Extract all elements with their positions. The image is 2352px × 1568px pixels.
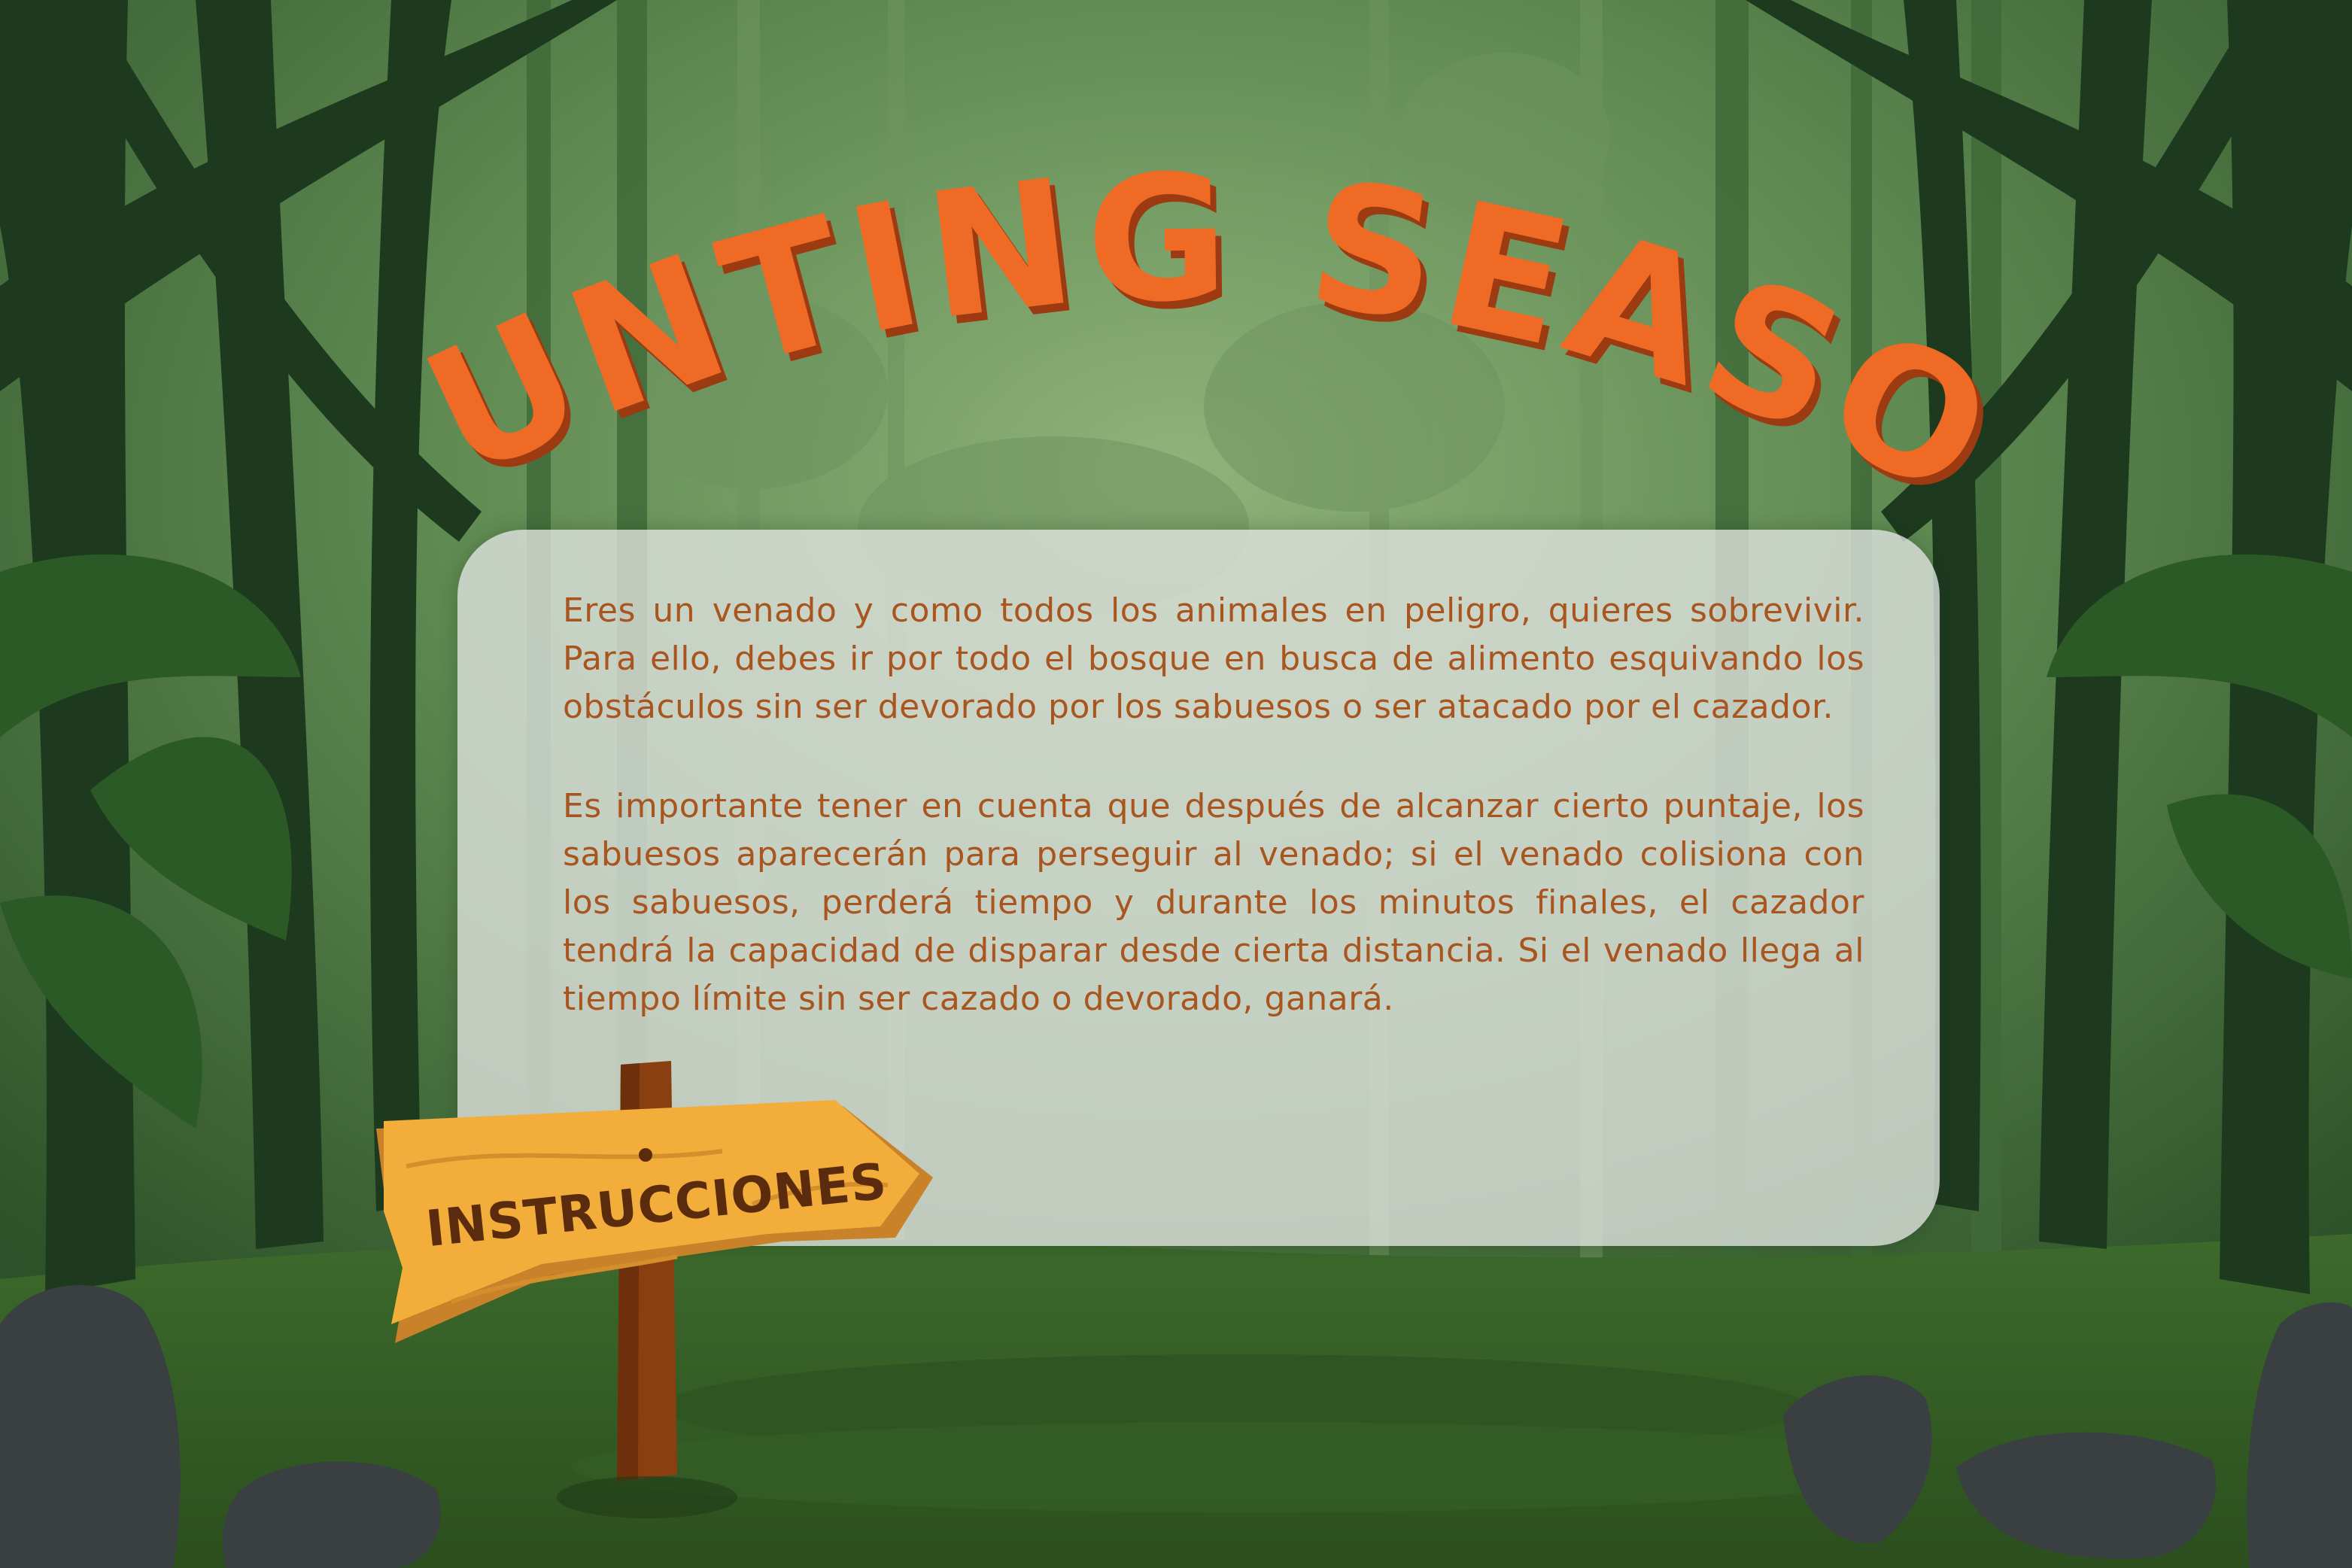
- wooden-signpost-icon[interactable]: [361, 1053, 963, 1535]
- game-title-text: HUNTING SEASON: [0, 0, 2018, 539]
- svg-text:HUNTING SEASON: HUNTING SEASON: [0, 0, 2025, 539]
- game-title: HUNTING SEASON HUNTING SEASON: [0, 0, 2025, 547]
- instructions-paragraph-2: Es importante tener en cuenta que despué…: [563, 787, 1864, 1018]
- instructions-paragraph-1: Eres un venado y como todos los animales…: [563, 591, 1864, 726]
- instructions-text: Eres un venado y como todos los animales…: [563, 587, 1864, 1074]
